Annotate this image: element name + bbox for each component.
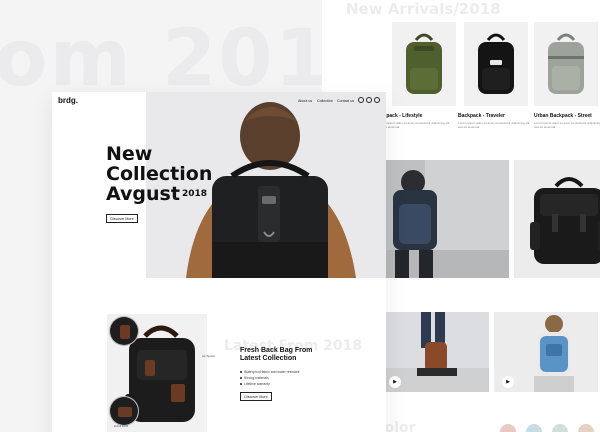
video-thumbnail[interactable]: ▶: [494, 312, 598, 392]
front-page: brdg. About us Collection Contact us New…: [52, 92, 386, 432]
pinterest-icon[interactable]: [374, 97, 380, 103]
showcase-scene: om 2018 New Arrivals/2018 ackpack - Life…: [0, 0, 600, 432]
color-swatch[interactable]: [526, 424, 542, 432]
nav-link-contact[interactable]: Contact us: [337, 99, 354, 103]
product-description: Lorem ipsum dolor sit amet consectetur a…: [458, 121, 530, 129]
feature-item: Strong materials: [240, 376, 269, 380]
featured-product-photo[interactable]: [514, 160, 600, 278]
instagram-icon[interactable]: [366, 97, 372, 103]
discover-more-button[interactable]: Discover More: [106, 214, 138, 223]
product-card[interactable]: [392, 22, 456, 110]
color-swatches: [500, 424, 600, 432]
color-swatch[interactable]: [578, 424, 594, 432]
top-nav: brdg. About us Collection Contact us: [52, 92, 386, 110]
play-icon[interactable]: ▶: [389, 376, 401, 388]
product-description: Lorem ipsum dolor sit amet consectetur a…: [378, 121, 450, 129]
product-description: Lorem ipsum dolor sit amet consectetur a…: [534, 121, 600, 129]
feature-item: Waterproof fabric and water resistant: [240, 370, 299, 374]
hero-title-line: New: [106, 143, 153, 165]
lifestyle-photo[interactable]: [385, 160, 509, 278]
product-image: [534, 22, 598, 106]
facebook-icon[interactable]: [358, 97, 364, 103]
color-swatch[interactable]: [500, 424, 516, 432]
detail-zoom-circle: [109, 396, 139, 426]
video-thumbnail[interactable]: ▶: [385, 312, 489, 392]
hero-title: New Collection Avgust 2018: [106, 144, 212, 204]
brand-logo[interactable]: brdg.: [58, 96, 78, 105]
latest-title-line: Fresh Back Bag From: [240, 347, 313, 354]
product-card[interactable]: [464, 22, 528, 110]
nav-link-collection[interactable]: Collection: [317, 99, 333, 103]
new-arrivals-heading: New Arrivals/2018: [346, 0, 501, 18]
product-image: [392, 22, 456, 106]
callout-label: Extra Lock: [114, 424, 129, 428]
callout-label: Air Space: [202, 354, 216, 358]
product-card[interactable]: [534, 22, 598, 110]
nav-link-about[interactable]: About us: [298, 99, 312, 103]
latest-title-line: Latest Collection: [240, 355, 297, 362]
play-icon[interactable]: ▶: [502, 376, 514, 388]
color-swatch[interactable]: [552, 424, 568, 432]
hero-year: 2018: [181, 189, 207, 199]
product-title[interactable]: Urban Backpack - Street: [534, 113, 592, 119]
hero-title-line: Collection: [106, 163, 213, 185]
hero-title-word: Avgust: [106, 183, 180, 205]
detail-zoom-circle: [109, 316, 139, 346]
latest-title: Fresh Back Bag From Latest Collection: [240, 347, 312, 363]
discover-more-button[interactable]: Discover More: [240, 392, 272, 401]
latest-bag-image: [107, 314, 207, 432]
product-title[interactable]: Backpack - Traveler: [458, 113, 505, 119]
feature-item: Lifetime warranty: [240, 382, 270, 386]
product-image: [464, 22, 528, 106]
hero-title-line: Avgust 2018: [106, 184, 212, 204]
